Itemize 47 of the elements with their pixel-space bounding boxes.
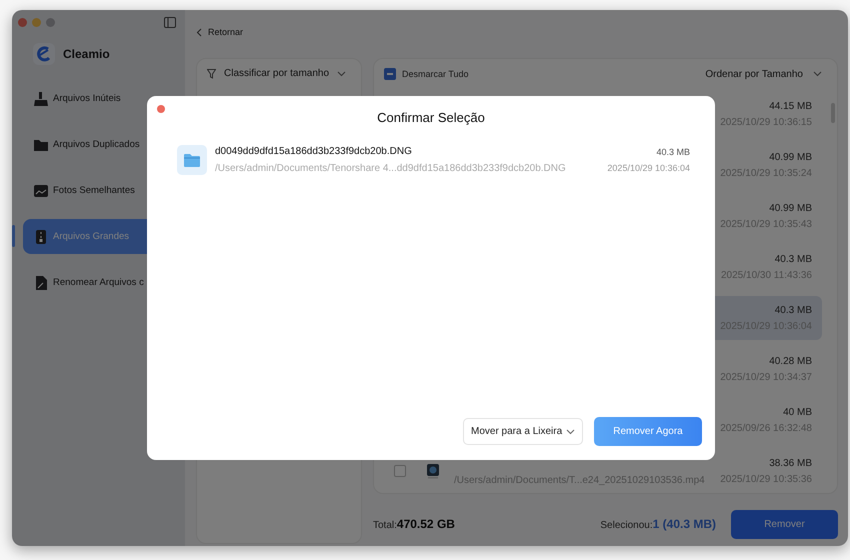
chevron-down-icon (813, 71, 822, 77)
total-label: Total:470.52 GB (373, 517, 455, 531)
dialog-title: Confirmar Seleção (377, 110, 485, 125)
chevron-down-icon (566, 428, 575, 434)
file-size: 40 MB (782, 406, 812, 418)
file-path: /Users/admin/Documents/Tenorshare 4...dd9dfd15a186dd3b233f9dcb20b.DNG (215, 163, 566, 174)
filter-icon (207, 68, 216, 78)
checkbox[interactable] (394, 465, 406, 477)
action-dropdown[interactable]: Mover para a Lixeira (463, 418, 583, 445)
sidebar-item[interactable]: Renomear Arquivos c (23, 265, 173, 300)
sidebar-icon (33, 182, 49, 198)
file-size: 40.28 MB (768, 356, 812, 366)
chevron-down-icon (337, 70, 346, 76)
filter-label[interactable]: Classificar por tamanho (224, 68, 330, 79)
video-file-icon (426, 463, 440, 479)
remove-now-button[interactable]: Remover Agora (594, 417, 702, 446)
file-size: 40.3 MB (774, 304, 812, 316)
back-link[interactable]: Retornar (196, 22, 838, 42)
selection-indicator (12, 225, 15, 247)
sidebar-icon (33, 228, 49, 244)
folder-icon (177, 145, 207, 175)
file-date: 2025/10/29 10:36:04 (607, 163, 690, 173)
checkbox[interactable] (384, 68, 396, 80)
close-icon[interactable] (18, 18, 27, 26)
zoom-icon[interactable] (46, 18, 55, 26)
sidebar-toggle-icon[interactable] (164, 16, 176, 28)
sidebar-item[interactable]: Arquivos Duplicados (23, 127, 173, 162)
file-size: 44.15 MB (768, 100, 812, 112)
select-all-label[interactable]: Desmarcar Tudo (402, 69, 469, 79)
file-size: 38.36 MB (768, 458, 812, 468)
sidebar-item[interactable]: Arquivos Inúteis (23, 81, 173, 116)
app-name: Cleamio (63, 47, 110, 61)
logo-icon (33, 43, 55, 65)
file-size: 40.99 MB (768, 152, 812, 162)
sidebar-icon (33, 90, 49, 106)
selected-label: Selecionou:1 (40.3 MB) (600, 517, 717, 531)
close-icon[interactable] (157, 105, 165, 113)
file-size: 40.3 MB (655, 147, 690, 157)
file-size: 40.3 MB (774, 254, 812, 264)
sort-label[interactable]: Ordenar por Tamanho (705, 68, 803, 80)
sidebar-icon (33, 274, 49, 290)
remove-button[interactable]: Remover (731, 510, 838, 538)
chevron-left-icon (196, 28, 202, 36)
minimize-icon[interactable] (32, 18, 41, 26)
sidebar-item[interactable]: Fotos Semelhantes (23, 173, 173, 208)
file-size: 40.99 MB (768, 202, 812, 214)
file-name: d0049dd9dfd15a186dd3b233f9dcb20b.DNG (215, 146, 413, 157)
